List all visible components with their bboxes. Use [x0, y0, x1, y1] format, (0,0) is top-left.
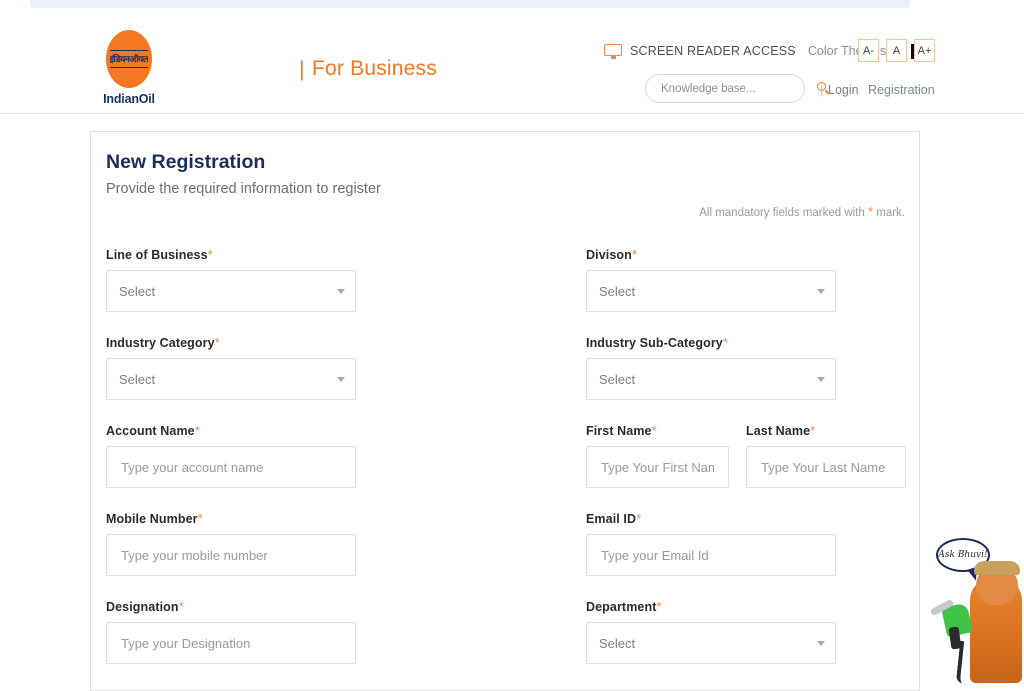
email-id-label: Email ID*	[586, 511, 836, 525]
account-name-text-input[interactable]	[119, 459, 343, 476]
field-industry-category: Industry Category* Select	[106, 335, 356, 400]
indianoil-logo[interactable]: इंडियनऑयल IndianOil	[96, 30, 162, 106]
divison-selected-value: Select	[599, 284, 635, 299]
industry-category-selected-value: Select	[119, 372, 155, 387]
font-increase-button[interactable]: A+	[914, 39, 935, 62]
mandatory-note-text-before: All mandatory fields marked with	[699, 207, 865, 219]
email-id-input[interactable]	[586, 534, 836, 576]
brand-title: For Business	[312, 57, 437, 81]
last-name-text-input[interactable]	[759, 459, 893, 476]
field-mobile-number: Mobile Number*	[106, 511, 356, 576]
registration-form: Line of Business*SelectDivison*SelectInd…	[106, 247, 906, 687]
email-id-required-marker: *	[636, 511, 641, 526]
field-divison: Divison* Select	[586, 247, 836, 312]
new-registration-card: New Registration Provide the required in…	[90, 131, 920, 691]
email-id-text-input[interactable]	[599, 547, 823, 564]
field-line-of-business: Line of Business* Select	[106, 247, 356, 312]
department-select[interactable]: Select	[586, 622, 836, 664]
registration-link[interactable]: Registration	[868, 83, 935, 97]
top-strip-bar	[30, 0, 910, 8]
chevron-down-icon[interactable]	[817, 641, 825, 646]
field-email-id: Email ID*	[586, 511, 836, 576]
industry-category-required-marker: *	[215, 335, 220, 350]
field-last-name: Last Name*	[746, 423, 906, 488]
department-label: Department*	[586, 599, 836, 613]
field-department: Department* Select	[586, 599, 836, 664]
account-name-required-marker: *	[195, 423, 200, 438]
designation-required-marker: *	[179, 599, 184, 614]
first-name-label: First Name*	[586, 423, 729, 437]
logo-wordmark: IndianOil	[96, 92, 162, 106]
line-of-business-select[interactable]: Select	[106, 270, 356, 312]
ask-bhuvi-chatbot[interactable]: Ask Bhuvi!	[928, 528, 1024, 683]
form-row: Line of Business* Select Divison* Select	[106, 247, 906, 335]
line-of-business-selected-value: Select	[119, 284, 155, 299]
industry-sub-category-required-marker: *	[723, 335, 728, 350]
designation-text-input[interactable]	[119, 635, 343, 652]
font-decrease-button[interactable]: A-	[858, 39, 879, 62]
mandatory-note-text-after: mark.	[876, 207, 905, 219]
last-name-label: Last Name*	[746, 423, 906, 437]
line-of-business-label: Line of Business*	[106, 247, 356, 261]
designation-input[interactable]	[106, 622, 356, 664]
site-header: इंडियनऑयल IndianOil | For Business SCREE…	[0, 12, 1024, 114]
field-industry-sub-category: Industry Sub-Category* Select	[586, 335, 836, 400]
field-account-name: Account Name*	[106, 423, 356, 488]
designation-label: Designation*	[106, 599, 356, 613]
chatbot-bubble-text: Ask Bhuvi!	[938, 550, 987, 560]
mobile-number-input[interactable]	[106, 534, 356, 576]
divison-label: Divison*	[586, 247, 836, 261]
logo-devanagari-text: इंडियनऑयल	[110, 50, 148, 68]
knowledge-base-search[interactable]	[645, 74, 805, 103]
divison-select[interactable]: Select	[586, 270, 836, 312]
page-subtitle: Provide the required information to regi…	[106, 181, 381, 197]
font-size-controls: A- A A+	[858, 39, 935, 62]
industry-sub-category-label: Industry Sub-Category*	[586, 335, 836, 349]
account-name-label: Account Name*	[106, 423, 356, 437]
chevron-down-icon[interactable]	[337, 377, 345, 382]
brand-divider: |	[299, 58, 304, 82]
mandatory-asterisk: *	[868, 204, 873, 219]
industry-category-select[interactable]: Select	[106, 358, 356, 400]
form-row: Account Name* First Name* Last Name*	[106, 423, 906, 511]
field-designation: Designation*	[106, 599, 356, 664]
screen-reader-icon[interactable]	[604, 44, 622, 59]
form-row: Industry Category*SelectIndustry Sub-Cat…	[106, 335, 906, 423]
first-name-required-marker: *	[652, 423, 657, 438]
department-required-marker: *	[656, 599, 661, 614]
account-name-input[interactable]	[106, 446, 356, 488]
page-top-strip	[0, 0, 1024, 12]
first-name-input[interactable]	[586, 446, 729, 488]
chevron-down-icon[interactable]	[337, 289, 345, 294]
auth-separator: |	[820, 83, 823, 97]
mandatory-fields-note: All mandatory fields marked with * mark.	[699, 204, 905, 219]
line-of-business-required-marker: *	[208, 247, 213, 262]
logo-ellipse-icon: इंडियनऑयल	[106, 30, 152, 88]
industry-category-label: Industry Category*	[106, 335, 356, 349]
industry-sub-category-selected-value: Select	[599, 372, 635, 387]
field-first-name: First Name*	[586, 423, 729, 488]
font-normal-button[interactable]: A	[886, 39, 907, 62]
department-selected-value: Select	[599, 636, 635, 651]
chevron-down-icon[interactable]	[817, 377, 825, 382]
mobile-number-label: Mobile Number*	[106, 511, 356, 525]
form-row: Designation* Department* Select	[106, 599, 906, 687]
divison-required-marker: *	[632, 247, 637, 262]
chevron-down-icon[interactable]	[817, 289, 825, 294]
last-name-input[interactable]	[746, 446, 906, 488]
first-name-text-input[interactable]	[599, 459, 716, 476]
login-link[interactable]: Login	[828, 83, 859, 97]
mobile-number-text-input[interactable]	[119, 547, 343, 564]
form-row: Mobile Number* Email ID*	[106, 511, 906, 599]
search-input[interactable]	[659, 82, 817, 96]
screen-reader-access-label[interactable]: SCREEN READER ACCESS	[630, 44, 796, 58]
mobile-number-required-marker: *	[198, 511, 203, 526]
industry-sub-category-select[interactable]: Select	[586, 358, 836, 400]
last-name-required-marker: *	[810, 423, 815, 438]
page-title: New Registration	[106, 151, 265, 174]
mascot-hat	[974, 561, 1020, 575]
